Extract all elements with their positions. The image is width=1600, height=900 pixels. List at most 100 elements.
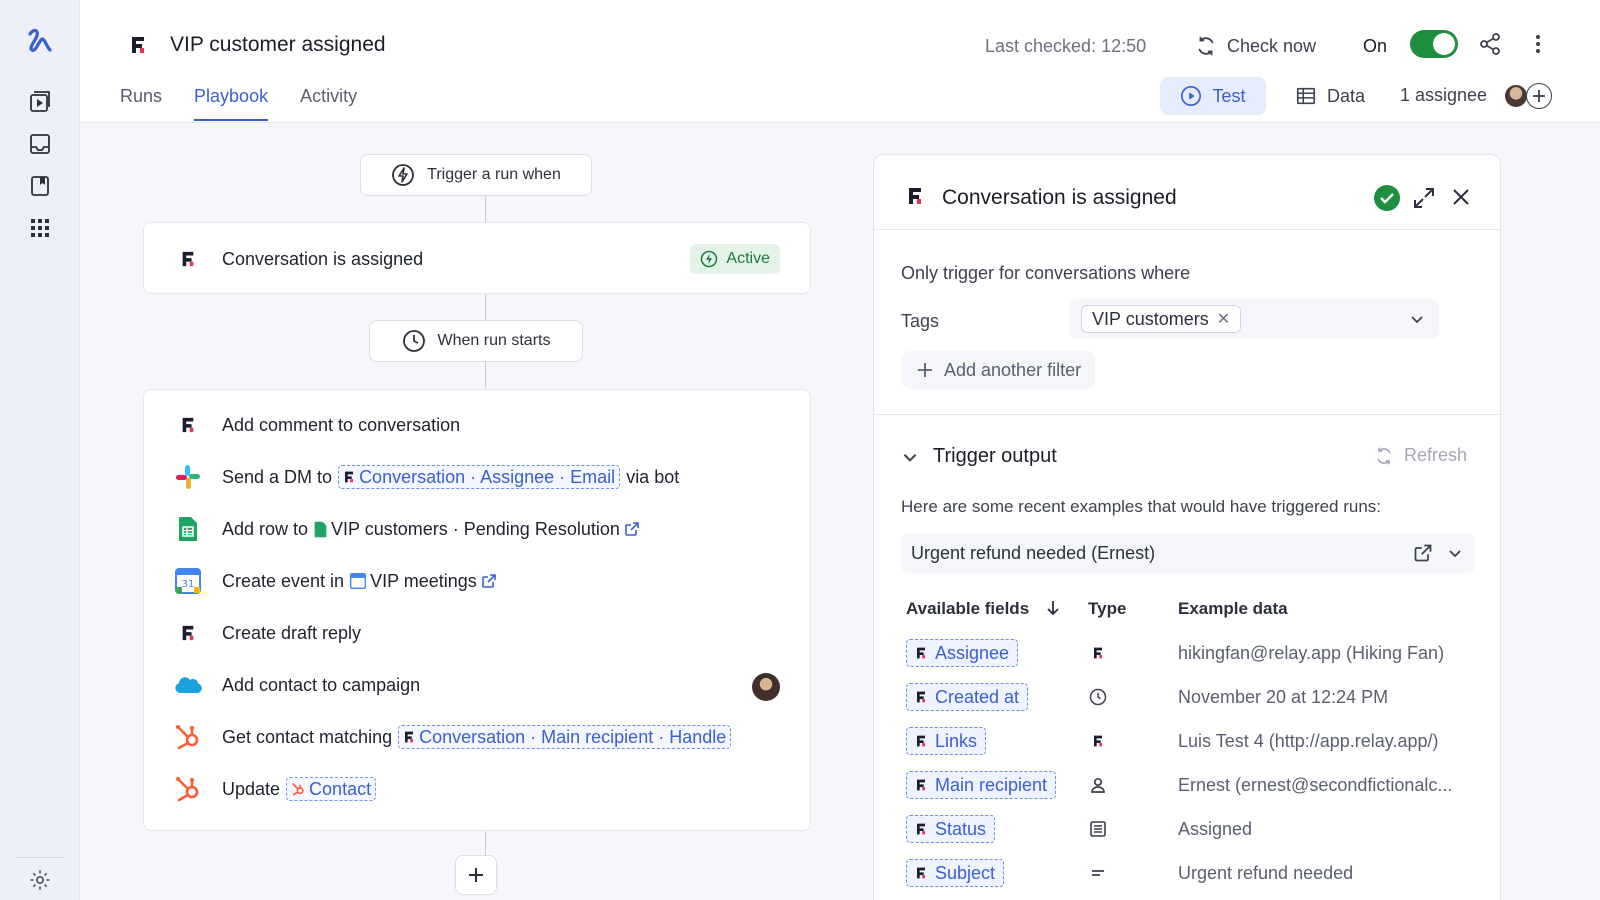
only-trigger-label: Only trigger for conversations where	[901, 263, 1191, 283]
field-row: Status Assigned	[874, 809, 1500, 853]
field-token[interactable]: Assignee	[906, 639, 1019, 667]
step-get-contact[interactable]: Get contact matching Conversation · Main…	[174, 722, 737, 752]
trigger-pill[interactable]: Trigger a run when	[360, 154, 592, 196]
data-button[interactable]: Data	[1280, 77, 1380, 115]
inbox-icon[interactable]	[28, 132, 52, 156]
panel-header: Conversation is assigned	[874, 155, 1500, 230]
calendar-reference[interactable]: VIP meetings	[350, 571, 497, 592]
example-select[interactable]: Urgent refund needed (Ernest)	[901, 533, 1475, 573]
arrow-down-icon	[1047, 601, 1059, 616]
step-prefix: Send a DM to	[222, 466, 333, 487]
step-create-draft[interactable]: Create draft reply	[174, 618, 361, 648]
connector	[485, 362, 486, 388]
front-app-icon	[174, 411, 202, 439]
google-sheets-icon	[174, 515, 202, 543]
slack-icon	[174, 463, 202, 491]
workflow-on-toggle[interactable]	[1410, 30, 1458, 58]
recent-examples-text: Here are some recent examples that would…	[901, 497, 1382, 516]
field-token[interactable]: Links	[906, 727, 987, 755]
front-app-icon	[917, 735, 925, 747]
workflow-header: VIP customer assigned Last checked: 12:5…	[80, 0, 1600, 123]
tab-activity[interactable]: Activity	[300, 82, 357, 121]
add-filter-button[interactable]: Add another filter	[902, 351, 1096, 389]
field-token[interactable]: Status	[906, 815, 996, 843]
trigger-step-label: Conversation is assigned	[222, 248, 424, 269]
field-token[interactable]: Main recipient	[906, 771, 1057, 799]
assignee-email-token[interactable]: Conversation · Assignee · Email	[338, 465, 621, 489]
share-icon[interactable]	[1478, 32, 1502, 56]
field-row: Links Luis Test 4 (http://app.relay.app/…	[874, 721, 1500, 765]
bolt-circle-icon	[392, 164, 415, 186]
chevron-down-icon	[903, 453, 917, 462]
assignee-count[interactable]: 1 assignee	[1400, 85, 1487, 106]
check-now-button[interactable]: Check now	[1195, 30, 1316, 62]
workflows-icon[interactable]	[28, 90, 52, 114]
test-label: Test	[1212, 85, 1246, 106]
book-icon[interactable]	[28, 174, 52, 198]
expand-icon[interactable]	[1412, 186, 1436, 210]
trigger-pill-label: Trigger a run when	[427, 166, 561, 183]
filter-section: Only trigger for conversations where Tag…	[874, 231, 1500, 415]
external-link-icon[interactable]	[1413, 543, 1433, 563]
table-icon	[1296, 87, 1316, 105]
close-icon[interactable]	[1450, 186, 1472, 208]
add-step-button[interactable]	[455, 855, 497, 895]
field-example: November 20 at 12:24 PM	[1178, 687, 1389, 707]
field-token[interactable]: Subject	[906, 859, 1005, 887]
trigger-step-row: Conversation is assigned	[174, 244, 423, 274]
field-example: Luis Test 4 (http://app.relay.app/)	[1178, 731, 1439, 751]
run-start-pill[interactable]: When run starts	[369, 320, 583, 362]
step-update[interactable]: Update Contact	[174, 774, 382, 804]
trigger-output-toggle[interactable]: Trigger output	[901, 445, 1057, 468]
chevron-down-icon[interactable]	[1447, 545, 1463, 561]
field-row: Assignee hikingfan@relay.app (Hiking Fan…	[874, 633, 1500, 677]
sheet-reference[interactable]: VIP customers · Pending Resolution	[314, 519, 640, 540]
add-assignee-button[interactable]	[1526, 83, 1552, 109]
settings-gear-icon[interactable]	[28, 868, 52, 892]
test-button[interactable]: Test	[1160, 77, 1266, 115]
step-assignee-avatar[interactable]	[752, 673, 780, 701]
front-icon	[1088, 731, 1108, 751]
trigger-output-title: Trigger output	[933, 445, 1057, 467]
step-add-comment[interactable]: Add comment to conversation	[174, 410, 460, 440]
rail-divider	[16, 857, 64, 858]
apps-grid-icon[interactable]	[28, 216, 52, 240]
active-label: Active	[726, 250, 770, 267]
step-suffix: via bot	[626, 466, 680, 487]
field-example: Assigned	[1178, 819, 1253, 839]
field-token[interactable]: Created at	[906, 683, 1029, 711]
remove-tag-icon[interactable]: ✕	[1217, 309, 1230, 329]
chevron-down-icon[interactable]	[1409, 311, 1425, 327]
step-create-event[interactable]: 31 Create event in VIP meetings	[174, 566, 503, 596]
external-link-icon[interactable]	[624, 521, 640, 537]
contact-token[interactable]: Contact	[286, 777, 377, 801]
google-calendar-icon	[350, 573, 367, 589]
front-app-icon	[917, 647, 925, 659]
step-add-contact[interactable]: Add contact to campaign	[174, 670, 420, 700]
svg-text:31: 31	[182, 579, 195, 590]
front-app-icon	[174, 619, 202, 647]
connector	[485, 294, 486, 320]
main-recipient-token[interactable]: Conversation · Main recipient · Handle	[398, 725, 732, 749]
fields-header[interactable]: Available fields	[906, 599, 1060, 619]
salesforce-cloud-icon	[174, 671, 202, 699]
panel-title: Conversation is assigned	[942, 186, 1177, 209]
more-options-icon[interactable]	[1528, 32, 1548, 56]
step-add-row[interactable]: Add row to VIP customers · Pending Resol…	[174, 514, 646, 544]
refresh-label: Refresh	[1404, 445, 1468, 465]
trigger-step-card[interactable]: Conversation is assigned Active	[143, 222, 811, 294]
tab-runs[interactable]: Runs	[120, 82, 162, 121]
tab-playbook[interactable]: Playbook	[194, 82, 269, 121]
external-link-icon[interactable]	[481, 573, 497, 589]
tags-select[interactable]: VIP customers ✕	[1069, 299, 1439, 339]
hubspot-icon	[292, 783, 304, 796]
step-prefix: Create event in	[222, 570, 345, 591]
relay-logo-icon[interactable]	[22, 24, 58, 60]
run-start-label: When run starts	[437, 332, 551, 349]
step-label: Add contact to campaign	[222, 674, 421, 695]
step-send-dm[interactable]: Send a DM to Conversation · Assignee · E…	[174, 462, 679, 492]
workflow-title[interactable]: VIP customer assigned	[170, 33, 386, 57]
refresh-button[interactable]: Refresh	[1374, 445, 1467, 466]
playbook-canvas: Trigger a run when Conversation is assig…	[80, 124, 880, 900]
hubspot-icon	[174, 775, 202, 803]
